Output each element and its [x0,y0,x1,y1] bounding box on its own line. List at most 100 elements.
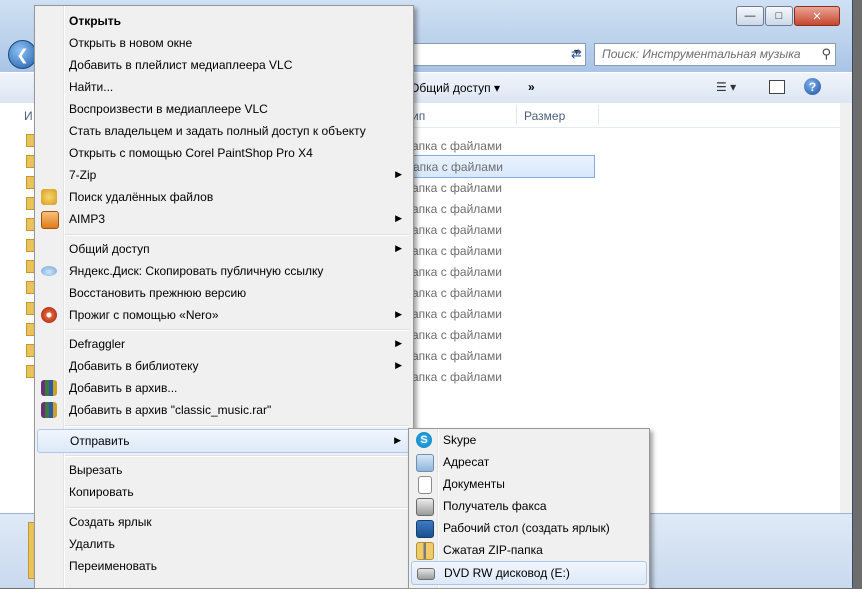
menu-item-vlc-playlist[interactable]: Добавить в плейлист медиаплеера VLC [37,54,411,76]
type-cell: апка с файлами [412,328,502,342]
type-cell: апка с файлами [412,370,502,384]
type-cell: апка с файлами [412,349,502,363]
mail-recipient-icon [416,454,434,472]
send-to-mail-recipient[interactable]: Адресат [411,451,647,473]
menu-item-take-ownership[interactable]: Стать владельцем и задать полный доступ … [37,120,411,142]
menu-item-add-to-archive[interactable]: Добавить в архив... [37,377,411,399]
documents-icon [418,476,432,494]
menu-item-label: Яндекс.Диск: Скопировать публичную ссылк… [69,264,324,278]
send-to-dvd-drive[interactable]: DVD RW дисковод (E:) [411,561,647,585]
menu-item-open[interactable]: Открыть [37,10,411,32]
menu-item-label: Создать ярлык [69,515,152,529]
table-row[interactable]: апка с файлами [410,303,840,324]
menu-item-add-to-library[interactable]: Добавить в библиотеку ▶ [37,355,411,377]
send-to-zip[interactable]: Сжатая ZIP-папка [411,539,647,561]
menu-separator [65,425,409,427]
search-files-icon [41,189,57,205]
table-row[interactable]: апка с файлами [410,261,840,282]
table-row[interactable]: апка с файлами [410,198,840,219]
minimize-button[interactable]: — [736,6,764,26]
menu-item-add-to-archive-rar[interactable]: Добавить в архив "classic_music.rar" [37,399,411,421]
menu-item-rename[interactable]: Переименовать [37,555,411,577]
menu-item-label: Общий доступ [69,242,150,256]
menu-item-nero-burn[interactable]: Прожиг с помощью «Nero» ▶ [37,304,411,326]
close-button[interactable]: ✕ [794,6,840,26]
type-cell: апка с файлами [412,286,502,300]
table-row-selected[interactable]: апка с файлами [410,155,595,178]
menu-item-search-deleted[interactable]: Поиск удалённых файлов [37,186,411,208]
submenu-arrow-icon: ▶ [395,243,402,253]
menu-item-defraggler[interactable]: Defraggler ▶ [37,333,411,355]
menu-item-find[interactable]: Найти... [37,76,411,98]
menu-item-label: Переименовать [69,559,157,573]
share-button[interactable]: Общий доступ ▾ [410,81,500,95]
send-to-skype[interactable]: S Skype [411,429,647,451]
send-to-fax[interactable]: Получатель факса [411,495,647,517]
type-cell: апка с файлами [412,202,502,216]
menu-item-delete[interactable]: Удалить [37,533,411,555]
column-header-name[interactable]: И [24,109,33,123]
maximize-icon: □ [775,10,783,22]
more-commands-button[interactable]: » [528,80,535,94]
table-row[interactable]: апка с файлами [410,219,840,240]
type-cell: апка с файлами [412,244,502,258]
menu-item-label: Defraggler [69,337,126,351]
winrar-icon [41,380,57,396]
submenu-arrow-icon: ▶ [395,360,402,370]
type-cell: апка с файлами [412,139,502,153]
desktop-icon [416,520,434,538]
send-to-documents[interactable]: Документы [411,473,647,495]
view-options-icon[interactable]: ☰ ▾ [716,80,736,94]
zip-folder-icon [416,542,434,560]
menu-item-open-new-window[interactable]: Открыть в новом окне [37,32,411,54]
search-placeholder: Поиск: Инструментальная музыка [602,47,801,61]
menu-item-label: Рабочий стол (создать ярлык) [443,521,610,535]
table-row[interactable]: апка с файлами [410,135,840,156]
vertical-scrollbar[interactable] [840,103,852,513]
menu-item-label: Копировать [69,485,134,499]
menu-item-vlc-play[interactable]: Воспроизвести в медиаплеере VLC [37,98,411,120]
menu-item-label: Вырезать [69,463,123,477]
maximize-button[interactable]: □ [765,6,793,26]
search-input[interactable]: Поиск: Инструментальная музыка ⚲ [594,43,836,66]
menu-item-send-to[interactable]: Отправить ▶ [37,429,411,453]
table-row[interactable]: апка с файлами [410,345,840,366]
menu-separator [65,329,409,331]
submenu-arrow-icon: ▶ [395,169,402,179]
menu-item-open-corel[interactable]: Открыть с помощью Corel PaintShop Pro X4 [37,142,411,164]
context-menu: Открыть Открыть в новом окне Добавить в … [34,5,414,589]
menu-item-cut[interactable]: Вырезать [37,459,411,481]
column-header-size[interactable]: Размер [524,109,565,123]
type-cell: апка с файлами [413,160,503,174]
file-list-left: И [0,103,38,513]
menu-separator [65,507,409,509]
help-icon[interactable]: ? [804,78,821,95]
table-row[interactable]: апка с файлами [410,366,840,387]
fax-icon [416,498,434,516]
table-row[interactable]: апка с файлами [410,177,840,198]
menu-item-share[interactable]: Общий доступ ▶ [37,238,411,260]
preview-pane-icon[interactable] [769,80,785,94]
menu-item-copy[interactable]: Копировать [37,481,411,503]
menu-item-create-shortcut[interactable]: Создать ярлык [37,511,411,533]
skype-icon: S [416,432,432,448]
minimize-icon: — [744,10,756,22]
menu-separator [65,455,409,457]
table-row[interactable]: апка с файлами [410,282,840,303]
column-headers: ип Размер [410,103,840,128]
send-to-desktop[interactable]: Рабочий стол (создать ярлык) [411,517,647,539]
menu-item-restore-version[interactable]: Восстановить прежнюю версию [37,282,411,304]
table-row[interactable]: апка с файлами [410,240,840,261]
search-icon[interactable]: ⚲ [821,46,831,62]
aimp-icon [41,211,59,229]
back-button[interactable]: ❮ [8,40,37,69]
table-row[interactable]: апка с файлами [410,324,840,345]
nero-icon [41,307,57,323]
menu-item-aimp3[interactable]: AIMP3 ▶ [37,208,411,230]
menu-item-yandex-disk[interactable]: Яндекс.Диск: Скопировать публичную ссылк… [37,260,411,282]
refresh-button[interactable]: ⇄ [566,43,587,64]
menu-item-7zip[interactable]: 7-Zip ▶ [37,164,411,186]
menu-item-label: Восстановить прежнюю версию [69,286,247,300]
submenu-arrow-icon: ▶ [395,338,402,348]
address-bar[interactable]: ▼ [410,43,586,66]
